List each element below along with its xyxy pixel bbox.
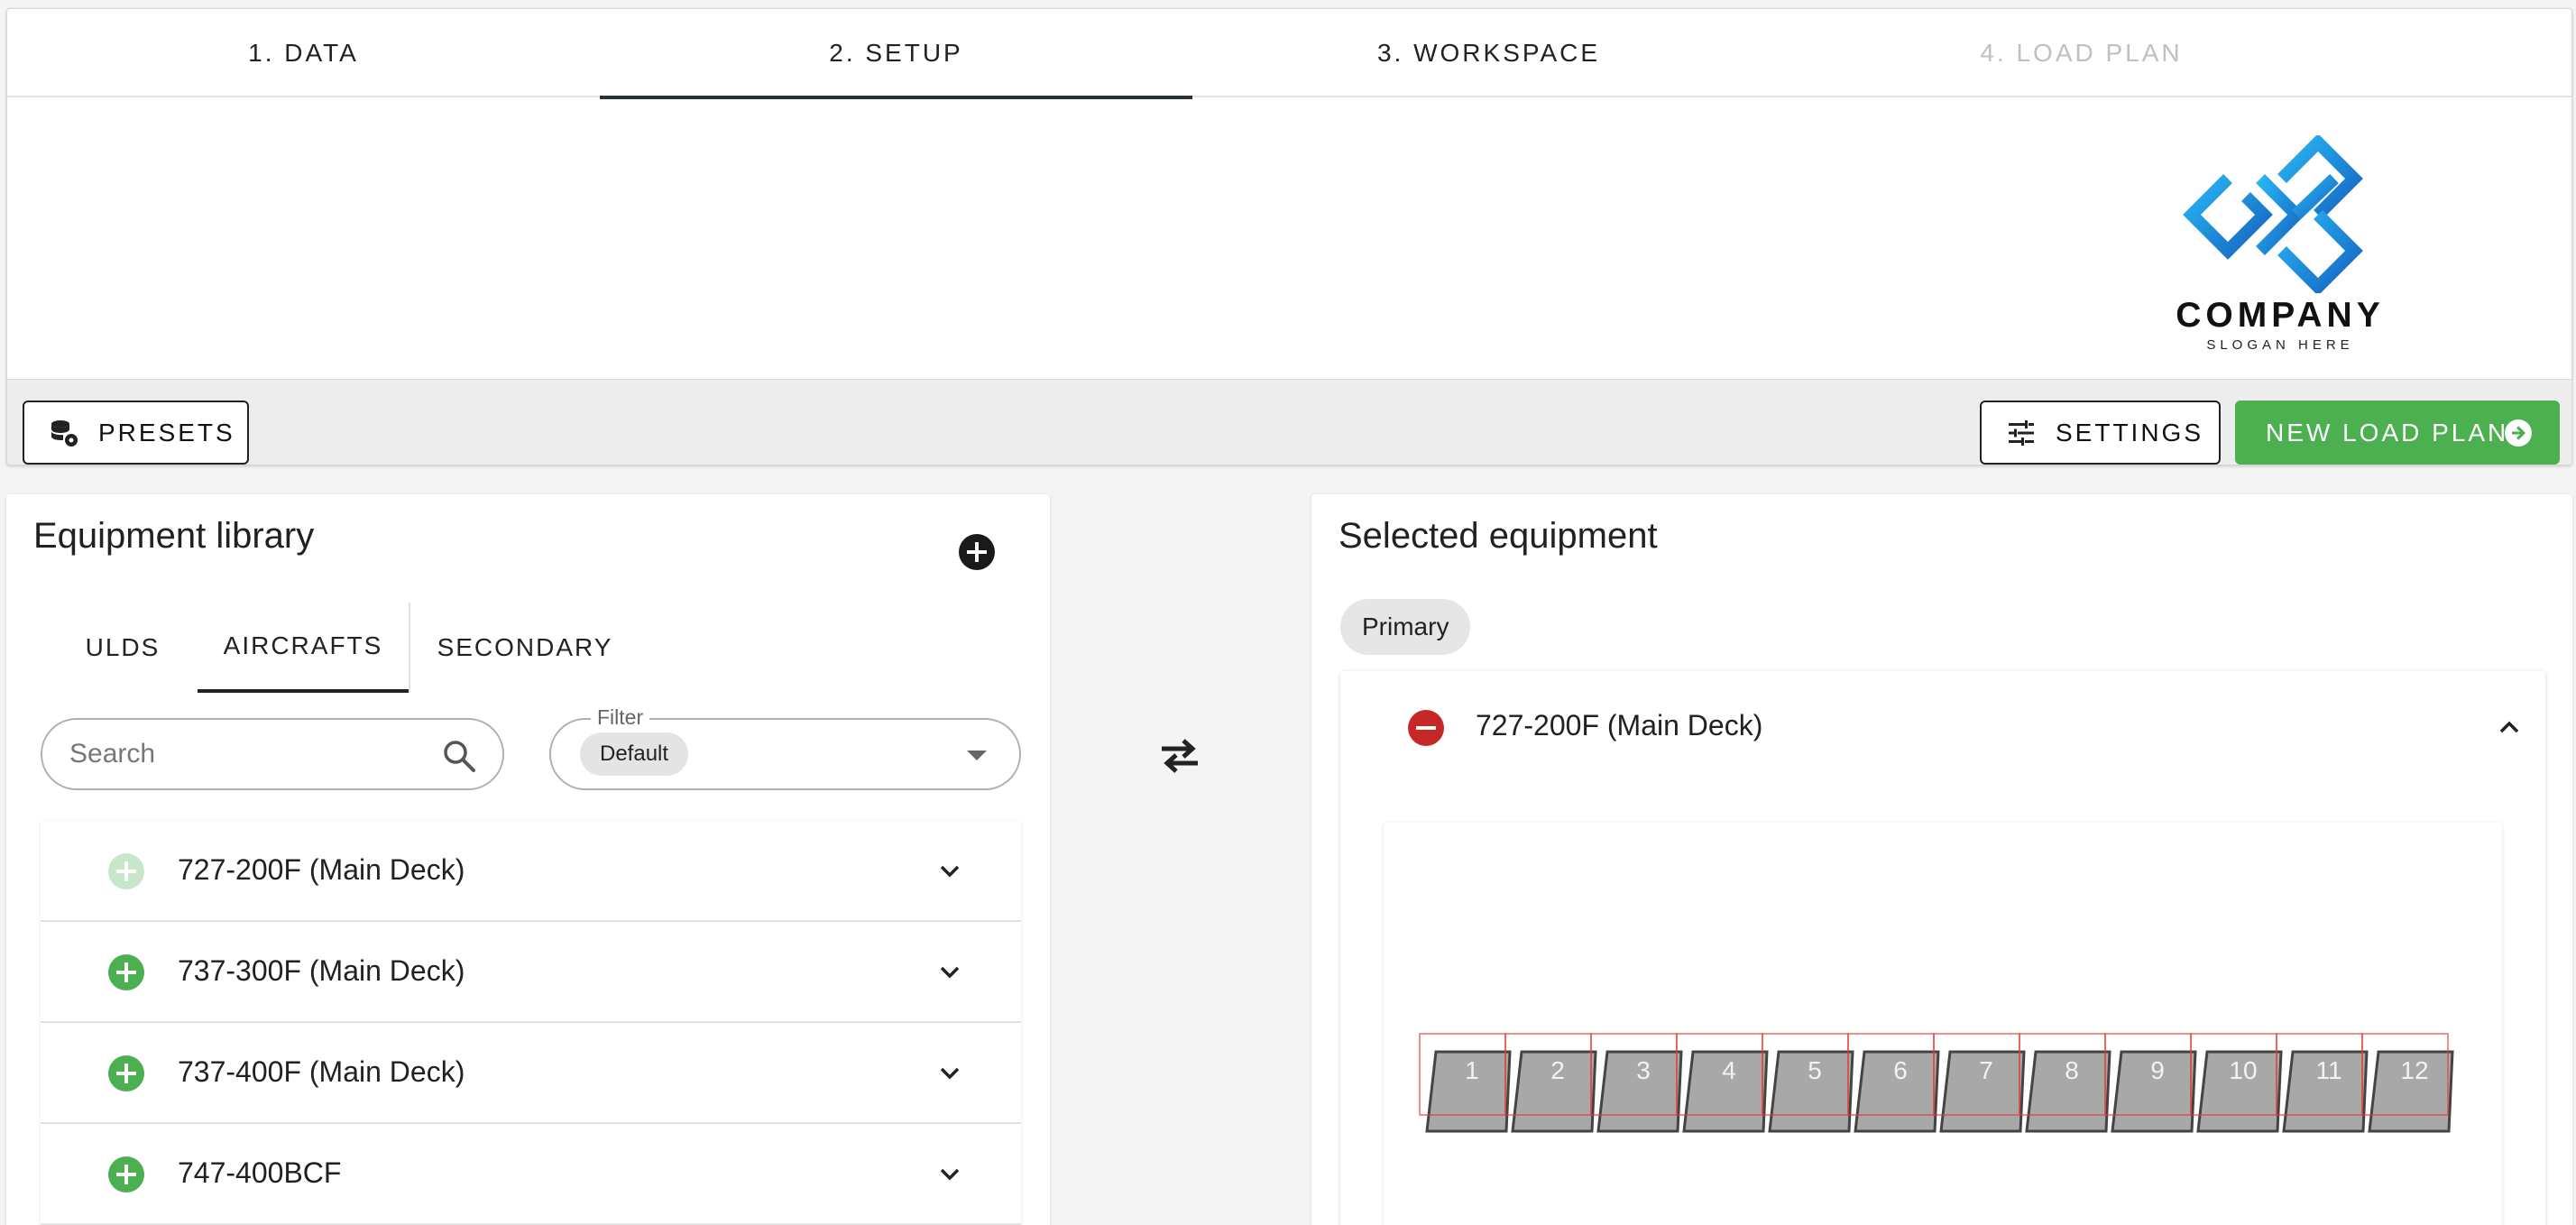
equipment-list: 727-200F (Main Deck) 737-300F (Main Deck…: [41, 821, 1021, 1225]
step-workspace[interactable]: 3. WORKSPACE: [1192, 9, 1785, 97]
selected-aircraft-label: 727-200F (Main Deck): [1476, 709, 1763, 741]
toolbar: PRESETS SETTINGS NEW LOAD PLAN: [7, 379, 2571, 465]
settings-button-label: SETTINGS: [2056, 418, 2204, 447]
deck-position-4[interactable]: 4: [1676, 1033, 1769, 1133]
deck-position-5[interactable]: 5: [1762, 1033, 1854, 1133]
filter-label: Filter: [591, 705, 650, 730]
tab-label: SECONDARY: [437, 633, 613, 661]
plus-circle-icon[interactable]: [107, 1156, 145, 1193]
list-item[interactable]: 747-400BCF: [41, 1124, 1021, 1225]
deck-position-1[interactable]: 1: [1419, 1033, 1512, 1133]
list-item[interactable]: 737-400F (Main Deck): [41, 1023, 1021, 1124]
selected-equipment-panel: Selected equipment Primary 727-200F (Mai…: [1311, 494, 2572, 1225]
magnify-icon[interactable]: [441, 738, 477, 774]
logo-slogan-text: SLOGAN HERE: [2206, 337, 2354, 353]
position-label: 5: [1808, 1056, 1822, 1084]
tab-ulds[interactable]: ULDS: [48, 603, 198, 693]
step-label: 3. WORKSPACE: [1376, 39, 1601, 67]
position-label: 4: [1722, 1056, 1736, 1084]
tab-secondary[interactable]: SECONDARY: [410, 603, 639, 693]
plus-circle-icon: [108, 853, 144, 889]
step-setup[interactable]: 2. SETUP: [600, 9, 1192, 99]
step-data[interactable]: 1. DATA: [7, 9, 600, 97]
search-input[interactable]: [69, 731, 430, 778]
equipment-library-title: Equipment library: [33, 516, 315, 556]
list-item[interactable]: 737-300F (Main Deck): [41, 922, 1021, 1023]
database-settings-icon: [48, 417, 80, 449]
deck-position-9[interactable]: 9: [2104, 1033, 2197, 1133]
step-load-plan: 4. LOAD PLAN: [1785, 9, 2378, 97]
plus-circle-icon[interactable]: [107, 953, 145, 991]
presets-button-label: PRESETS: [98, 418, 235, 447]
settings-button[interactable]: SETTINGS: [1980, 401, 2221, 465]
selected-equipment-title: Selected equipment: [1339, 516, 1658, 556]
deck-position-10[interactable]: 10: [2190, 1033, 2283, 1133]
deck-position-11[interactable]: 11: [2276, 1033, 2369, 1133]
library-tabs: ULDS AIRCRAFTS SECONDARY: [6, 603, 1050, 693]
position-label: 1: [1465, 1056, 1479, 1084]
filter-select[interactable]: Filter Default: [549, 705, 1021, 790]
logo-company-text: COMPANY: [2176, 296, 2385, 335]
tune-icon: [2005, 417, 2038, 449]
top-card: 1. DATA 2. SETUP 3. WORKSPACE 4. LOAD PL…: [6, 8, 2572, 465]
deck-position-2[interactable]: 2: [1504, 1033, 1597, 1133]
logo-mark-icon: [2183, 134, 2363, 296]
chevron-down-icon[interactable]: [935, 1059, 964, 1088]
tab-aircrafts[interactable]: AIRCRAFTS: [198, 603, 409, 693]
list-item-label: 737-300F (Main Deck): [178, 954, 465, 987]
deck-position-8[interactable]: 8: [2019, 1033, 2111, 1133]
deck-position-7[interactable]: 7: [1933, 1033, 2026, 1133]
chevron-down-icon[interactable]: [935, 1160, 964, 1189]
new-load-plan-button-label: NEW LOAD PLAN: [2266, 418, 2509, 447]
step-label: 2. SETUP: [829, 39, 963, 67]
chevron-down-icon[interactable]: [935, 857, 964, 886]
primary-chip[interactable]: Primary: [1340, 599, 1471, 655]
presets-button[interactable]: PRESETS: [23, 401, 249, 465]
position-label: 11: [2315, 1056, 2341, 1084]
list-item-label: 747-400BCF: [178, 1156, 342, 1189]
equipment-library-panel: Equipment library ULDS AIRCRAFTS SECONDA…: [6, 494, 1050, 1225]
deck-position-12[interactable]: 12: [2361, 1033, 2454, 1133]
deck-preview: 1 2 3 4 5 6 7 8 9 10 11 12: [1384, 823, 2502, 1225]
list-item-label: 727-200F (Main Deck): [178, 853, 465, 886]
minus-circle-icon[interactable]: [1407, 709, 1445, 747]
chevron-up-icon[interactable]: [2495, 713, 2524, 741]
position-label: 9: [2150, 1056, 2165, 1084]
search-field: [41, 718, 504, 790]
step-label: 4. LOAD PLAN: [1980, 39, 2183, 67]
new-load-plan-button[interactable]: NEW LOAD PLAN: [2235, 401, 2560, 465]
position-label: 3: [1636, 1056, 1651, 1084]
filter-chip: Default: [580, 732, 689, 776]
caret-down-icon: [967, 751, 987, 760]
deck-diagram: 1 2 3 4 5 6 7 8 9 10 11 12: [1419, 1033, 2454, 1133]
plus-circle-icon[interactable]: [107, 1055, 145, 1092]
deck-position-3[interactable]: 3: [1590, 1033, 1683, 1133]
position-label: 10: [2229, 1056, 2257, 1084]
deck-position-6[interactable]: 6: [1847, 1033, 1940, 1133]
position-label: 2: [1550, 1056, 1565, 1084]
add-equipment-icon[interactable]: [958, 533, 996, 571]
list-item[interactable]: 727-200F (Main Deck): [41, 821, 1021, 922]
selected-aircraft-accordion: 727-200F (Main Deck) 1 2 3 4 5 6 7 8 9 10 11 12: [1340, 671, 2545, 1225]
stepper: 1. DATA 2. SETUP 3. WORKSPACE 4. LOAD PL…: [7, 9, 2571, 99]
tab-label: ULDS: [85, 633, 161, 661]
arrow-right-circle-icon: [2505, 419, 2532, 447]
company-logo: COMPANY SLOGAN HERE: [2154, 134, 2406, 361]
chevron-down-icon[interactable]: [935, 958, 964, 987]
position-label: 7: [1979, 1056, 1993, 1084]
position-label: 8: [2065, 1056, 2079, 1084]
position-label: 12: [2400, 1056, 2428, 1084]
step-label: 1. DATA: [248, 39, 359, 67]
tab-label: AIRCRAFTS: [223, 631, 383, 659]
position-label: 6: [1893, 1056, 1908, 1084]
list-item-label: 737-400F (Main Deck): [178, 1055, 465, 1088]
swap-horizontal-icon[interactable]: [1155, 731, 1205, 781]
